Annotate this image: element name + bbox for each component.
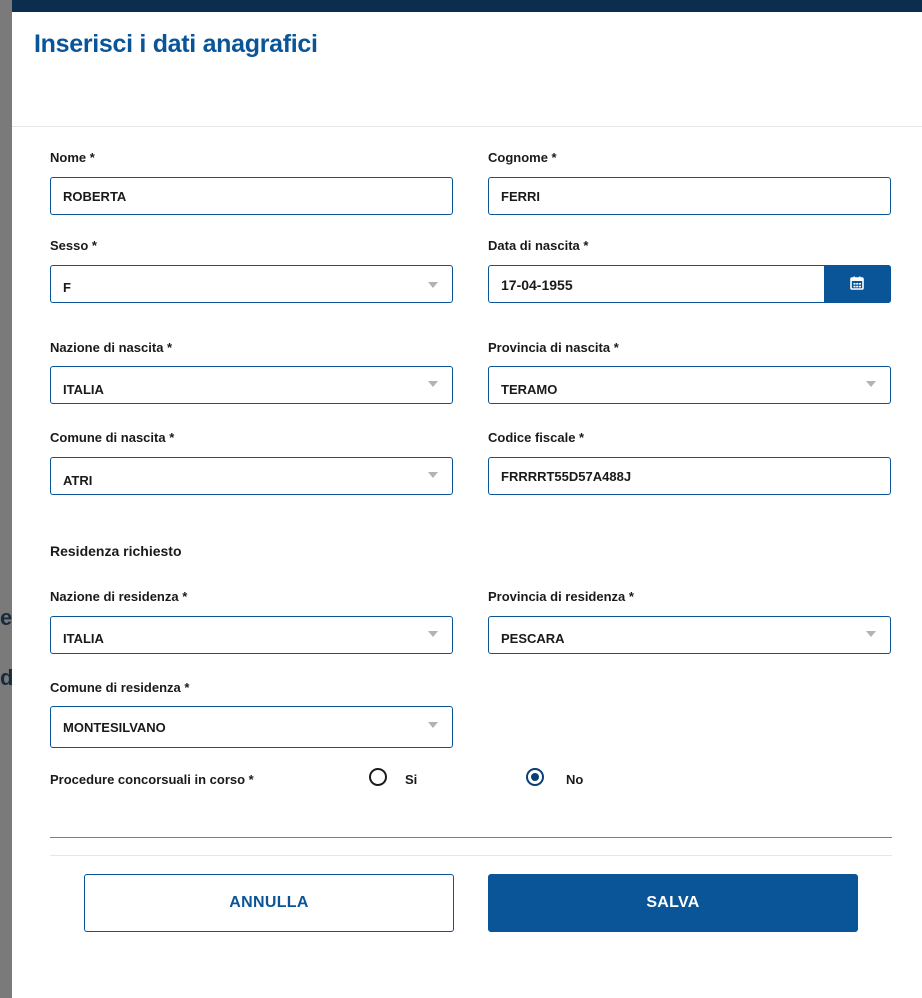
residenza-section-title: Residenza richiesto <box>50 543 182 559</box>
chevron-down-icon <box>428 722 438 728</box>
chevron-down-icon <box>428 631 438 637</box>
personal-data-dialog: Inserisci i dati anagrafici Nome * ROBER… <box>12 12 922 998</box>
radio-no-label[interactable]: No <box>566 772 583 787</box>
provincia-residenza-select[interactable]: PESCARA <box>488 616 891 654</box>
comune-nascita-select[interactable]: ATRI <box>50 457 453 495</box>
dialog-title: Inserisci i dati anagrafici <box>34 30 318 58</box>
background-partial-glyph: e <box>0 605 13 630</box>
provincia-residenza-field: Provincia di residenza * PESCARA <box>488 589 893 654</box>
comune-nascita-value: ATRI <box>63 473 93 488</box>
data-nascita-label: Data di nascita * <box>488 238 589 253</box>
codice-fiscale-input[interactable]: FRRRRT55D57A488J <box>488 457 891 495</box>
radio-si[interactable] <box>369 768 387 786</box>
cancel-button[interactable]: ANNULLA <box>84 874 454 932</box>
nome-field: Nome * ROBERTA <box>50 150 455 215</box>
chevron-down-icon <box>428 282 438 288</box>
procedure-concorsuali-label: Procedure concorsuali in corso * <box>50 772 254 787</box>
comune-residenza-select[interactable]: MONTESILVANO <box>50 706 453 748</box>
comune-nascita-field: Comune di nascita * ATRI <box>50 430 455 495</box>
nazione-residenza-select[interactable]: ITALIA <box>50 616 453 654</box>
sesso-select[interactable]: F <box>50 265 453 303</box>
cognome-field: Cognome * FERRI <box>488 150 893 215</box>
provincia-nascita-select[interactable]: TERAMO <box>488 366 891 404</box>
calendar-button[interactable] <box>824 265 891 303</box>
sesso-value: F <box>63 280 71 295</box>
provincia-residenza-label: Provincia di residenza * <box>488 589 634 604</box>
calendar-icon <box>850 276 864 290</box>
chevron-down-icon <box>866 631 876 637</box>
nazione-nascita-label: Nazione di nascita * <box>50 340 173 355</box>
nazione-residenza-value: ITALIA <box>63 631 104 646</box>
nazione-nascita-field: Nazione di nascita * ITALIA <box>50 340 455 404</box>
provincia-nascita-label: Provincia di nascita * <box>488 340 619 355</box>
comune-residenza-value: MONTESILVANO <box>63 720 166 735</box>
provincia-nascita-value: TERAMO <box>501 382 558 397</box>
background-overlay <box>0 0 12 998</box>
footer-divider <box>50 855 892 856</box>
comune-residenza-label: Comune di residenza * <box>50 680 190 695</box>
nome-value: ROBERTA <box>63 189 127 204</box>
cognome-input[interactable]: FERRI <box>488 177 891 215</box>
header-divider <box>12 126 922 127</box>
save-button[interactable]: SALVA <box>488 874 858 932</box>
radio-no[interactable] <box>526 768 544 786</box>
data-nascita-field: Data di nascita * 17-04-1955 <box>488 238 893 303</box>
comune-nascita-label: Comune di nascita * <box>50 430 175 445</box>
background-header <box>0 0 922 12</box>
codice-fiscale-label: Codice fiscale * <box>488 430 585 445</box>
nome-label: Nome * <box>50 150 95 165</box>
data-nascita-input[interactable]: 17-04-1955 <box>488 265 891 303</box>
comune-residenza-field: Comune di residenza * MONTESILVANO <box>50 680 455 748</box>
codice-fiscale-field: Codice fiscale * FRRRRT55D57A488J <box>488 430 893 495</box>
provincia-residenza-value: PESCARA <box>501 631 565 646</box>
nome-input[interactable]: ROBERTA <box>50 177 453 215</box>
radio-si-label[interactable]: Si <box>405 772 417 787</box>
form-divider <box>50 837 892 838</box>
sesso-field: Sesso * F <box>50 238 455 303</box>
background-partial-glyph: d <box>0 665 14 690</box>
cognome-label: Cognome * <box>488 150 557 165</box>
provincia-nascita-field: Provincia di nascita * TERAMO <box>488 340 893 404</box>
nazione-nascita-value: ITALIA <box>63 382 104 397</box>
nazione-residenza-label: Nazione di residenza * <box>50 589 188 604</box>
nazione-nascita-select[interactable]: ITALIA <box>50 366 453 404</box>
nazione-residenza-field: Nazione di residenza * ITALIA <box>50 589 455 654</box>
chevron-down-icon <box>428 381 438 387</box>
chevron-down-icon <box>428 472 438 478</box>
cognome-value: FERRI <box>501 189 540 204</box>
data-nascita-value: 17-04-1955 <box>501 277 573 293</box>
sesso-label: Sesso * <box>50 238 97 253</box>
chevron-down-icon <box>866 381 876 387</box>
codice-fiscale-value: FRRRRT55D57A488J <box>501 469 632 484</box>
